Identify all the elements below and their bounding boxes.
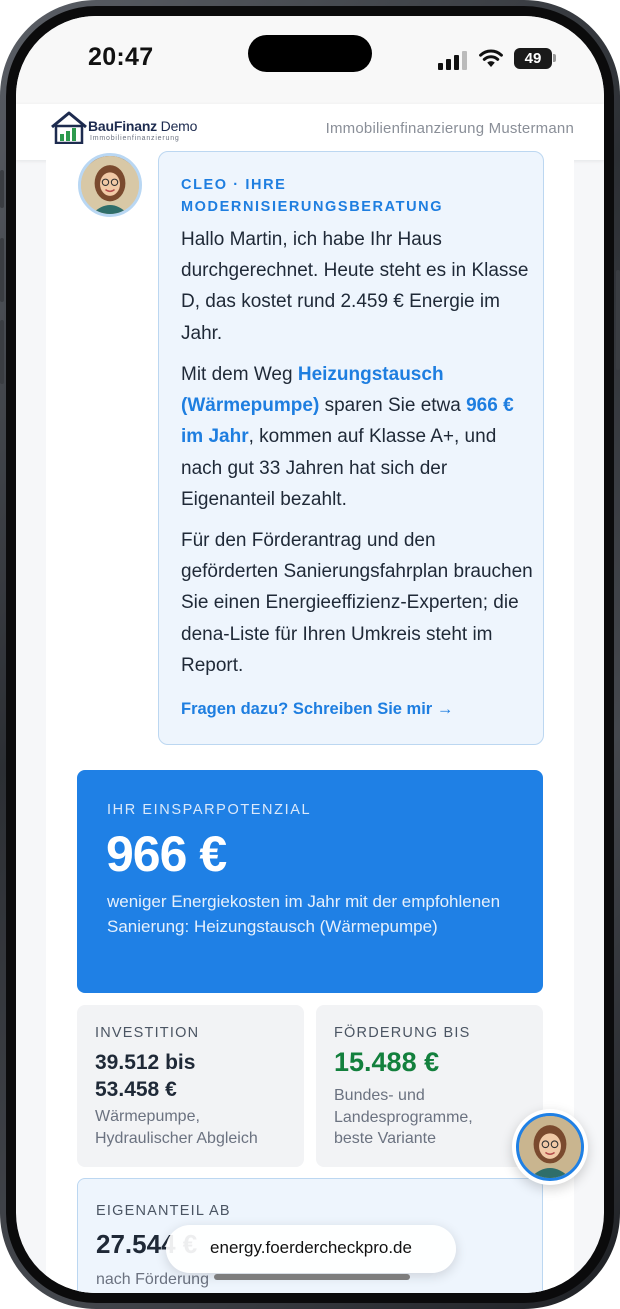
funding-description: Bundes- und Landesprogramme, beste Varia…: [334, 1087, 473, 1147]
paragraph-2-text: Mit dem Weg: [181, 364, 298, 385]
investment-value: 39.512 bis 53.458 €: [95, 1049, 195, 1103]
status-time: 20:47: [88, 43, 154, 71]
home-indicator[interactable]: [214, 1274, 410, 1280]
wifi-icon: [479, 49, 503, 67]
message-sender-title: CLEO · IHRE MODERNISIERUNGSBERATUNG: [181, 177, 444, 215]
logo-subtitle: Immobilienfinanzierung: [90, 135, 180, 142]
message-paragraph-2: Mit dem Weg Heizungstausch (Wärmepumpe) …: [181, 359, 533, 515]
message-paragraph-3: Für den Förderantrag und den geförderten…: [181, 530, 533, 676]
advisor-message-bubble: CLEO · IHRE MODERNISIERUNGSBERATUNG Hall…: [158, 151, 544, 745]
investment-description: Wärmepumpe, Hydraulischer Abgleich: [95, 1108, 258, 1147]
investment-value-line-2: 53.458 €: [95, 1078, 177, 1101]
logo-name[interactable]: BauFinanz Demo: [88, 118, 197, 134]
cleo-avatar: [78, 153, 142, 217]
power-button: [616, 270, 620, 370]
house-logo-icon: [51, 111, 87, 144]
savings-potential-card: IHR EINSPARPOTENZIAL 966 € weniger Energ…: [77, 770, 543, 993]
dynamic-island: [248, 35, 372, 72]
funding-card: FÖRDERUNG BIS 15.488 € Bundes- und Lande…: [316, 1005, 543, 1167]
advisor-avatar-icon: [516, 1113, 584, 1181]
volume-down-button: [0, 320, 4, 384]
advisor-portrait-icon: [81, 156, 139, 214]
funding-value: 15.488 €: [334, 1047, 440, 1077]
savings-label: IHR EINSPARPOTENZIAL: [107, 802, 312, 818]
ask-question-link[interactable]: Fragen dazu? Schreiben Sie mir →: [181, 700, 453, 719]
own-share-label: EIGENANTEIL AB: [96, 1203, 231, 1219]
volume-up-button: [0, 238, 4, 302]
logo-name-bold: BauFinanz: [88, 118, 157, 134]
chat-launcher-button[interactable]: [512, 1109, 588, 1185]
investment-label: INVESTITION: [95, 1025, 200, 1041]
status-bar: 20:47 49: [16, 16, 604, 104]
cellular-signal-icon: [438, 50, 468, 70]
battery-indicator: 49: [514, 48, 552, 69]
logo-name-light: Demo: [156, 118, 198, 134]
savings-value: 966 €: [106, 826, 227, 882]
own-share-description: nach Förderung: [96, 1271, 209, 1288]
battery-cap: [553, 54, 556, 62]
savings-description: weniger Energiekosten im Jahr mit der em…: [107, 892, 501, 936]
funding-label: FÖRDERUNG BIS: [334, 1025, 471, 1041]
investment-value-line-1: 39.512 bis: [95, 1051, 196, 1074]
screen: 20:47 49 BauFinanz Demo Immobilienfinanz…: [16, 16, 604, 1293]
header-company-name: Immobilienfinanzierung Mustermann: [325, 120, 574, 137]
message-paragraph-1: Hallo Martin, ich habe Ihr Haus durchger…: [181, 229, 529, 344]
paragraph-2-text: sparen Sie etwa: [319, 395, 467, 417]
silent-switch: [0, 170, 4, 208]
browser-url: energy.foerdercheckpro.de: [210, 1238, 412, 1257]
browser-address-bar[interactable]: energy.foerdercheckpro.de: [166, 1225, 456, 1273]
investment-card: INVESTITION 39.512 bis 53.458 € Wärmepum…: [77, 1005, 304, 1167]
